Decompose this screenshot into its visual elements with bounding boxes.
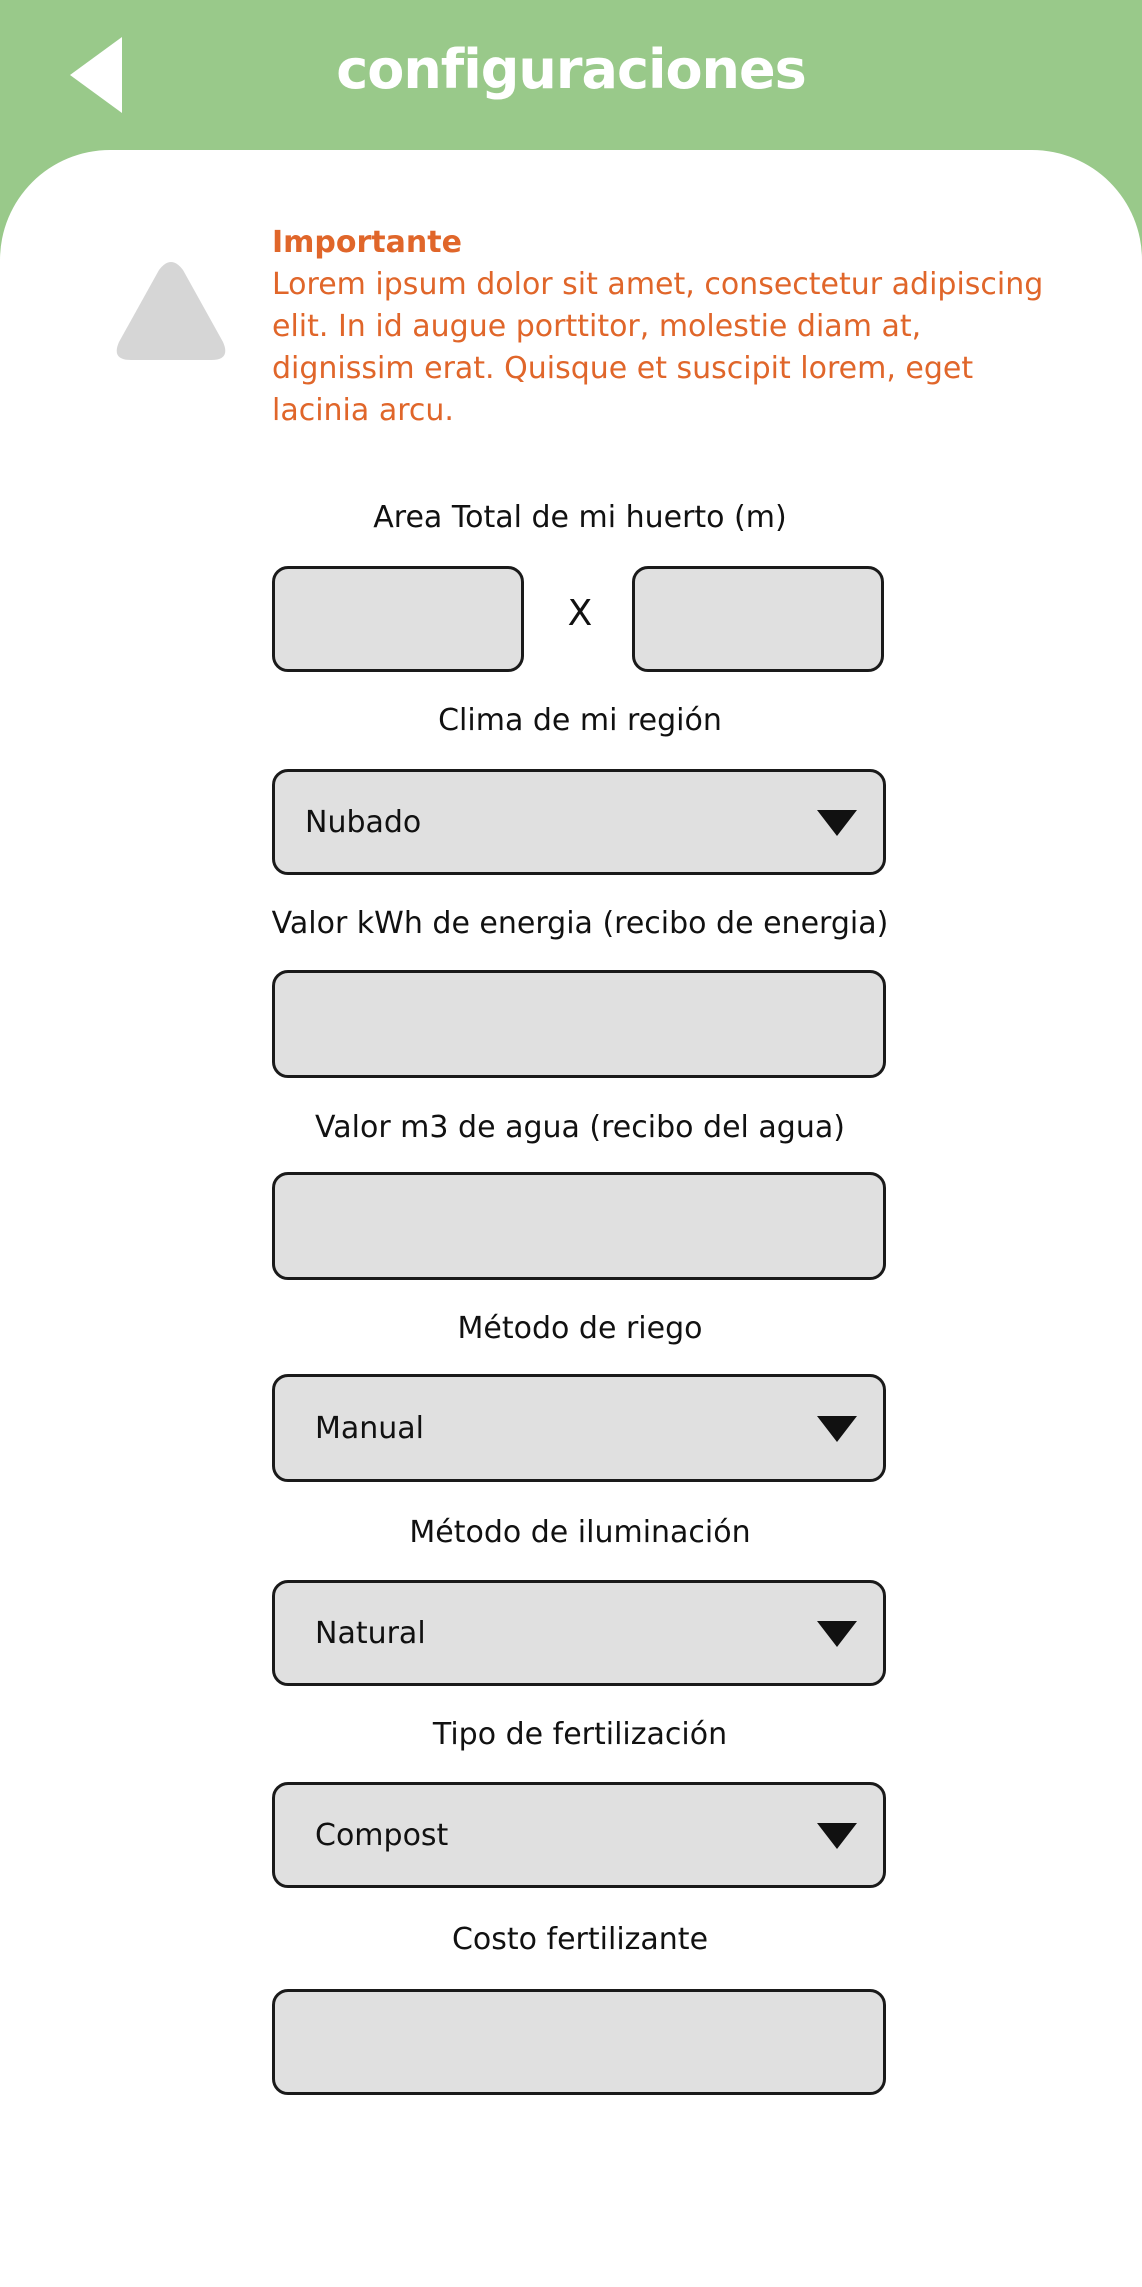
notice-body: Lorem ipsum dolor sit amet, consectetur … (272, 267, 1044, 428)
fertilization-select[interactable]: Compost (272, 1782, 886, 1888)
climate-label: Clima de mi región (438, 703, 722, 738)
important-notice: Importante Lorem ipsum dolor sit amet, c… (272, 222, 1072, 432)
page-title: configuraciones (336, 38, 807, 101)
lighting-label: Método de iluminación (409, 1515, 751, 1550)
chevron-down-icon (817, 1416, 857, 1442)
fertilizer-cost-input[interactable] (272, 1989, 886, 2095)
area-label: Area Total de mi huerto (m) (373, 500, 787, 535)
climate-selected-value: Nubado (305, 804, 422, 840)
notice-title: Importante (272, 225, 462, 260)
irrigation-select[interactable]: Manual (272, 1374, 886, 1482)
fertilizer-cost-label: Costo fertilizante (451, 1922, 709, 1957)
climate-select[interactable]: Nubado (272, 769, 886, 875)
app-header: configuraciones (0, 0, 1142, 160)
water-value-input[interactable] (272, 1172, 886, 1280)
chevron-down-icon (817, 1823, 857, 1849)
chevron-down-icon (817, 1621, 857, 1647)
area-length-input[interactable] (632, 566, 884, 672)
fertilization-selected-value: Compost (315, 1817, 449, 1853)
irrigation-selected-value: Manual (315, 1410, 425, 1446)
energy-value-input[interactable] (272, 970, 886, 1078)
warning-triangle-icon (115, 258, 227, 362)
lighting-select[interactable]: Natural (272, 1580, 886, 1686)
energy-label: Valor kWh de energia (recibo de energia) (271, 906, 889, 941)
fertilization-label: Tipo de fertilización (432, 1717, 728, 1752)
area-width-input[interactable] (272, 566, 524, 672)
lighting-selected-value: Natural (315, 1615, 426, 1651)
irrigation-label: Método de riego (457, 1311, 703, 1346)
chevron-down-icon (817, 810, 857, 836)
water-label: Valor m3 de agua (recibo del agua) (315, 1110, 845, 1145)
area-separator: X (567, 593, 593, 634)
